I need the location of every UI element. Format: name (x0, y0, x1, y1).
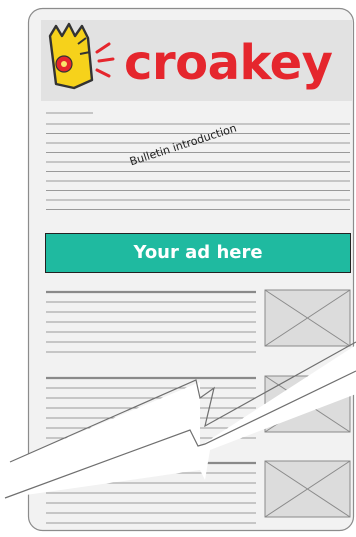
newsletter-mockup: croakey Bulletin introduction Your ad he… (0, 0, 356, 537)
ad-placeholder-button[interactable]: Your ad here (45, 233, 351, 273)
brand-name: croakey (124, 35, 333, 91)
